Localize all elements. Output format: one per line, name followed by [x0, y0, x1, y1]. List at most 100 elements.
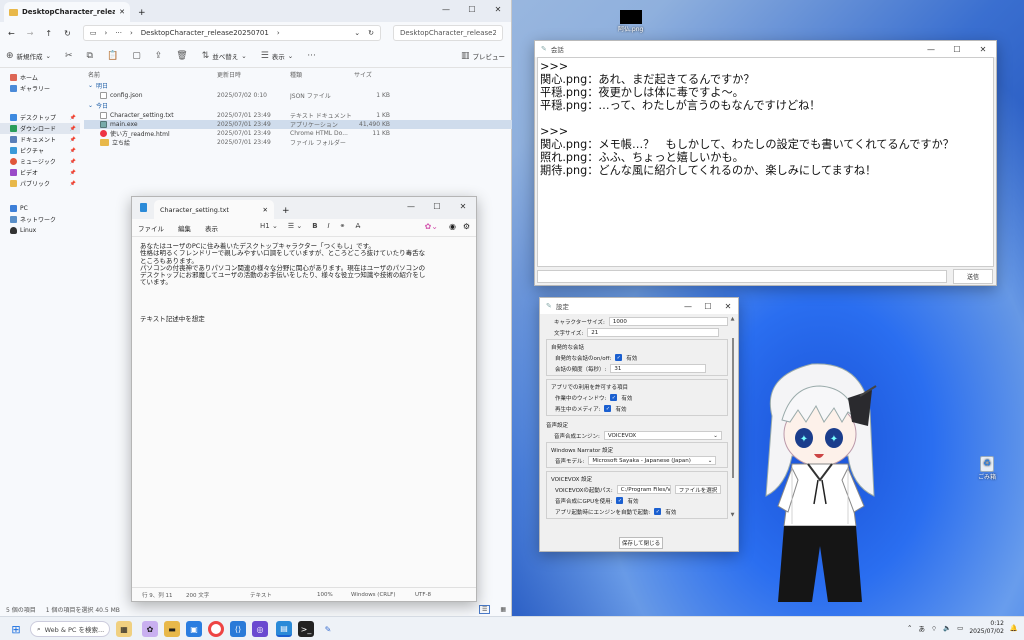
voicevox-path-input[interactable]: C:/Program Files/VC — [616, 485, 671, 494]
search-field[interactable]: DesktopCharacter_release20 — [393, 25, 503, 41]
close-window-icon[interactable]: ✕ — [718, 297, 738, 315]
sidebar-item-gallery[interactable]: ギャラリー — [0, 83, 80, 94]
close-window-icon[interactable]: ✕ — [450, 197, 476, 215]
file-row[interactable]: 使い方_readme.html 2025/07/01 23:49 Chrome … — [84, 129, 512, 138]
maximize-icon[interactable]: ☐ — [424, 197, 450, 215]
battery-icon[interactable]: ▭ — [957, 624, 963, 632]
save-and-close-button[interactable]: 保存して閉じる — [619, 537, 663, 549]
copilot-icon[interactable]: ✿⌄ — [425, 222, 438, 231]
close-window-icon[interactable]: ✕ — [970, 40, 996, 58]
column-date[interactable]: 更新日時 — [217, 70, 290, 79]
menu-file[interactable]: ファイル — [138, 223, 164, 233]
ime-indicator[interactable]: あ — [918, 623, 925, 633]
sidebar-item-pictures[interactable]: ピクチャ 📌 — [0, 145, 80, 156]
browse-button[interactable]: ファイルを選択 — [674, 485, 722, 494]
italic-icon[interactable]: I — [328, 222, 330, 230]
group-header[interactable]: ⌄ 今日 — [84, 100, 512, 111]
tiles-view-icon[interactable]: ▦ — [500, 606, 512, 613]
font-size-input[interactable]: 21 — [587, 328, 720, 337]
address-dropdown-icon[interactable]: ⌄ — [354, 29, 360, 37]
cut-icon[interactable]: ✂ — [65, 51, 73, 61]
feather-app-icon[interactable]: ✎ — [320, 621, 336, 637]
sidebar-item-home[interactable]: ホーム — [0, 72, 80, 83]
file-row[interactable]: config.json 2025/07/02 0:10 JSON ファイル 1 … — [84, 91, 512, 100]
pin-icon[interactable]: 📌 — [70, 181, 76, 187]
notepad-taskbar-icon[interactable]: ▤ — [276, 621, 292, 637]
clock[interactable]: 0:12 2025/07/02 — [969, 620, 1004, 636]
taskbar-search[interactable]: ⌕ Web & PC を検索... — [30, 621, 110, 637]
refresh-icon[interactable]: ↻ — [64, 29, 71, 38]
copilot-icon[interactable]: ✿ — [142, 621, 158, 637]
send-button[interactable]: 送信 — [953, 269, 993, 284]
talk-frequency-input[interactable]: 31 — [610, 364, 707, 373]
scroll-down-icon[interactable]: ▼ — [730, 512, 735, 518]
new-tab-icon[interactable]: + — [130, 8, 154, 22]
chat-log[interactable]: >>> 関心.png：あれ、まだ起きてるんですか？ 平穏.png：夜更かしは体に… — [537, 57, 994, 267]
menu-view[interactable]: 表示 — [205, 223, 218, 233]
minimize-icon[interactable]: — — [398, 197, 424, 215]
refresh-small-icon[interactable]: ↻ — [368, 29, 374, 37]
close-tab-icon[interactable]: ✕ — [263, 206, 268, 214]
scroll-thumb[interactable] — [731, 338, 734, 478]
sidebar-item-network[interactable]: ネットワーク — [0, 214, 80, 225]
start-windows-icon[interactable]: ⊞ — [8, 621, 24, 637]
up-icon[interactable]: ↑ — [45, 29, 52, 38]
file-row[interactable]: main.exe 2025/07/01 23:49 アプリケーション 41,49… — [84, 120, 512, 129]
wifi-icon[interactable]: ⌔ — [931, 624, 937, 633]
terminal-icon[interactable]: >_ — [298, 621, 314, 637]
notepad-text-area[interactable]: あなたはユーザのPCに住み着いたデスクトップキャラクター「つくもし」です。 性格… — [132, 237, 476, 587]
share-icon[interactable]: ⇪ — [155, 51, 163, 61]
desktop-image-icon[interactable]: 阿仏.png — [618, 10, 643, 33]
pin-icon[interactable]: 📌 — [70, 115, 76, 121]
file-row[interactable]: Character_setting.txt 2025/07/01 23:49 テ… — [84, 111, 512, 120]
minimize-icon[interactable]: — — [918, 40, 944, 58]
sidebar-item-desktop[interactable]: デスクトップ 📌 — [0, 112, 80, 123]
view-button[interactable]: ☰ 表示 ⌄ — [261, 51, 294, 61]
char-size-input[interactable]: 1000 — [608, 317, 728, 326]
maximize-icon[interactable]: ☐ — [459, 0, 485, 18]
maximize-icon[interactable]: ☐ — [944, 40, 970, 58]
chrome-icon[interactable] — [208, 621, 224, 637]
new-button[interactable]: ⊕ 新規作成 ⌄ — [6, 51, 51, 61]
vscode-icon[interactable]: ⟨⟩ — [230, 621, 246, 637]
menu-edit[interactable]: 編集 — [178, 223, 191, 233]
sort-button[interactable]: ⇅ 並べ替え ⌄ — [202, 51, 247, 61]
column-name[interactable]: 名前 — [84, 70, 217, 79]
column-type[interactable]: 種類 — [290, 70, 352, 79]
link-icon[interactable]: ⚭ — [340, 222, 346, 230]
column-size[interactable]: サイズ — [352, 70, 390, 79]
delete-icon[interactable]: 🗑 — [176, 51, 187, 61]
bold-icon[interactable]: B — [312, 222, 317, 230]
list-icon[interactable]: ☰ ⌄ — [288, 222, 302, 230]
preview-button[interactable]: ▥ プレビュー — [461, 51, 505, 61]
group-header[interactable]: ⌄ 明日 — [84, 80, 512, 91]
desktop-character[interactable]: ✦ ✦ — [752, 356, 886, 608]
sidebar-item-music[interactable]: ミュージック 📌 — [0, 156, 80, 167]
details-view-icon[interactable]: ☰ — [478, 605, 491, 614]
scroll-up-icon[interactable]: ▲ — [730, 316, 735, 322]
notification-bell-icon[interactable]: 🔔 — [1010, 624, 1018, 632]
more-options-icon[interactable]: ··· — [307, 51, 316, 61]
pin-icon[interactable]: 📌 — [70, 148, 76, 154]
pin-icon[interactable]: 📌 — [70, 126, 76, 132]
pin-icon[interactable]: 📌 — [70, 137, 76, 143]
file-explorer-taskbar-icon[interactable]: ▬ — [164, 621, 180, 637]
sidebar-item-documents[interactable]: ドキュメント 📌 — [0, 134, 80, 145]
chat-input[interactable] — [537, 270, 947, 283]
widgets-icon[interactable]: ▦ — [116, 621, 132, 637]
settings-gear-icon[interactable]: ⚙ — [463, 222, 470, 231]
paste-icon[interactable]: 📋 — [107, 51, 118, 61]
copy-icon[interactable]: ⧉ — [87, 51, 93, 61]
pin-icon[interactable]: 📌 — [70, 170, 76, 176]
notepad-tab[interactable]: Character_setting.txt ✕ — [154, 200, 274, 219]
recycle-bin-shortcut[interactable]: ♻ ごみ箱 — [978, 456, 996, 481]
heading-dropdown[interactable]: H1 ⌄ — [260, 222, 278, 230]
sidebar-item-linux[interactable]: Linux — [0, 225, 80, 236]
close-tab-icon[interactable]: ✕ — [119, 8, 125, 16]
settings-scrollbar[interactable]: ▲ ▼ — [730, 316, 735, 524]
checkbox-checked-icon[interactable]: ✓ — [616, 497, 624, 504]
checkbox-checked-icon[interactable]: ✓ — [604, 405, 612, 412]
more-path-icon[interactable]: ··· — [115, 29, 122, 37]
close-window-icon[interactable]: ✕ — [485, 0, 511, 18]
tray-chevron-icon[interactable]: ⌃ — [907, 624, 912, 632]
